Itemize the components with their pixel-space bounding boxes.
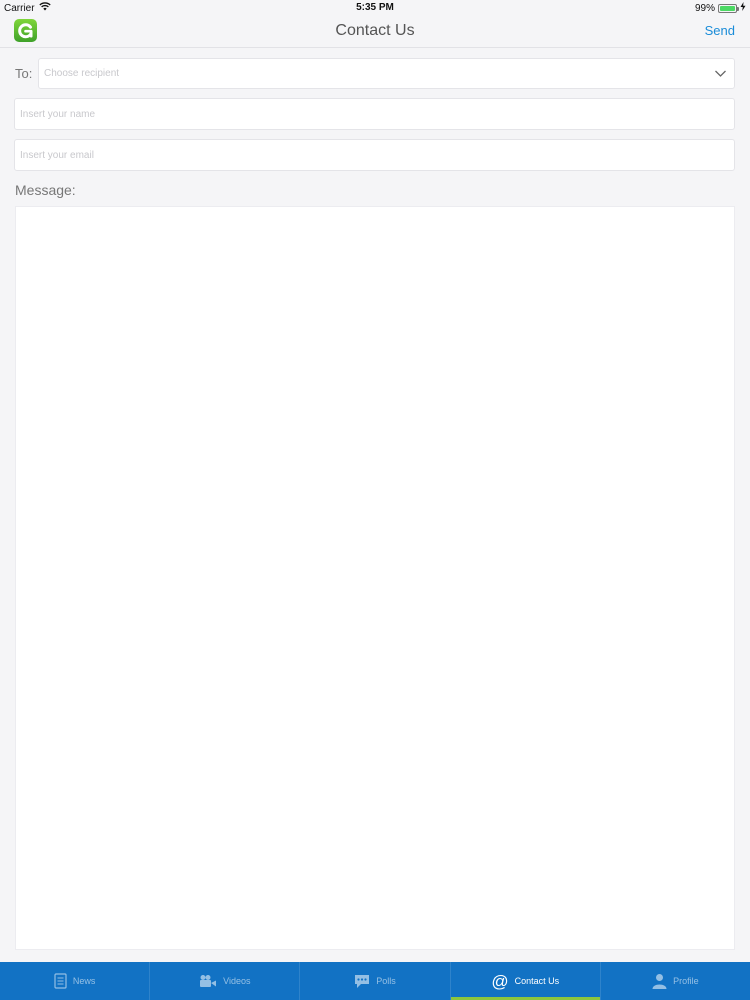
tab-news[interactable]: News [0,962,149,1000]
message-label: Message: [15,182,76,198]
recipient-select[interactable]: Choose recipient [38,58,735,89]
profile-icon [652,973,667,989]
videos-icon [199,974,217,988]
tab-profile[interactable]: Profile [599,962,750,1000]
send-button[interactable]: Send [705,23,735,38]
page-title: Contact Us [335,22,415,39]
battery-percent: 99% [694,2,715,14]
status-time: 5:35 PM [356,2,394,13]
tab-videos[interactable]: Videos [149,962,299,1000]
recipient-placeholder: Choose recipient [44,68,120,79]
tab-label: Contact Us [514,976,560,986]
nav-bar: Contact Us Send [0,14,750,48]
tab-contact-us[interactable]: @ Contact Us [449,962,601,1000]
tab-polls[interactable]: Polls [299,962,449,1000]
polls-icon [354,974,370,989]
tab-label: Videos [223,976,251,986]
tab-label: Polls [376,976,396,986]
tab-label: News [72,976,96,986]
name-placeholder: Insert your name [20,108,96,120]
news-icon [54,973,67,989]
message-textarea[interactable] [15,206,735,950]
email-placeholder: Insert your email [20,149,94,161]
to-label: To: [15,66,33,81]
at-icon: @ [491,971,509,991]
email-field[interactable]: Insert your email [14,139,735,171]
charging-icon [740,2,746,14]
tab-label: Profile [673,976,699,986]
chevron-down-icon[interactable] [714,67,727,83]
battery-icon [718,3,739,13]
name-field[interactable]: Insert your name [14,98,735,130]
status-right: 99% [695,2,746,14]
battery-fill [720,5,735,11]
tab-bar: News Videos Polls @ Contact Us Profile [0,962,750,1000]
status-bar: Carrier 5:35 PM 99% [0,0,750,14]
